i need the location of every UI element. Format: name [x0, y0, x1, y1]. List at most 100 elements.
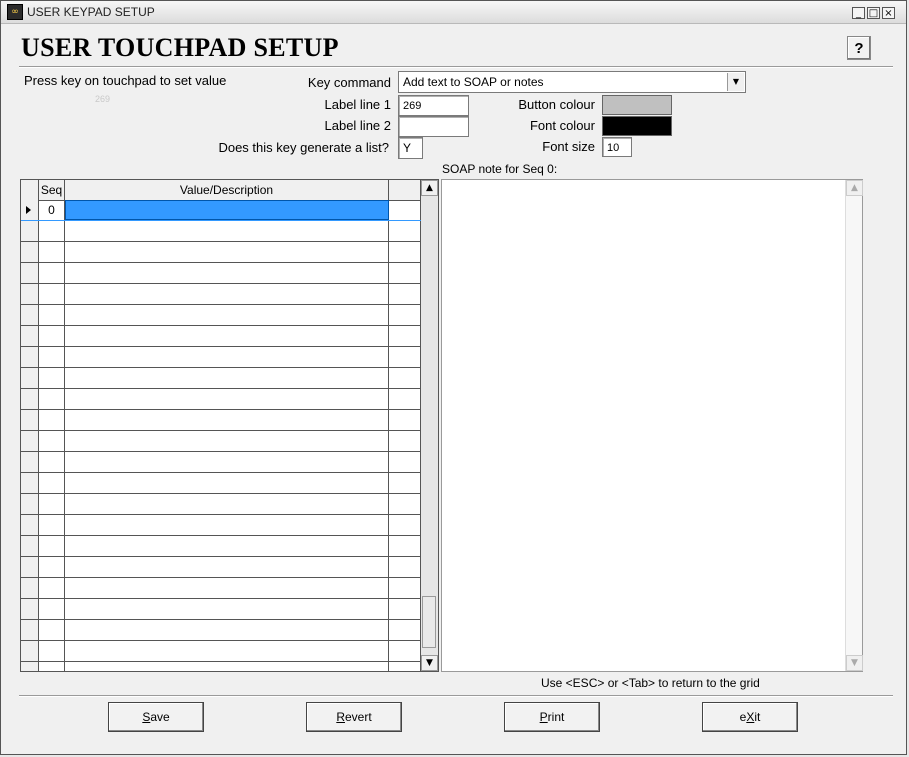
exit-button[interactable]: eXit: [702, 702, 798, 732]
row-indicator[interactable]: [21, 494, 39, 514]
seq-cell[interactable]: [39, 368, 65, 388]
row-indicator[interactable]: [21, 221, 39, 241]
value-cell[interactable]: [65, 263, 389, 283]
extra-cell[interactable]: [389, 389, 421, 409]
row-indicator[interactable]: [21, 410, 39, 430]
minimize-button[interactable]: _: [852, 7, 865, 19]
row-indicator[interactable]: [21, 347, 39, 367]
row-indicator[interactable]: [21, 536, 39, 556]
seq-cell[interactable]: [39, 557, 65, 577]
table-row[interactable]: [21, 242, 421, 263]
extra-cell[interactable]: [389, 536, 421, 556]
table-row[interactable]: 0: [21, 200, 421, 221]
row-indicator[interactable]: [21, 473, 39, 493]
extra-cell[interactable]: [389, 263, 421, 283]
value-cell[interactable]: [65, 305, 389, 325]
maximize-button[interactable]: □: [867, 7, 880, 19]
seq-cell[interactable]: [39, 536, 65, 556]
value-cell[interactable]: [65, 410, 389, 430]
soap-note-textarea[interactable]: ▲ ▼: [441, 179, 863, 672]
table-row[interactable]: [21, 410, 421, 431]
value-cell[interactable]: [65, 536, 389, 556]
grid-scroll-thumb[interactable]: [422, 596, 436, 648]
row-indicator[interactable]: [21, 515, 39, 535]
generate-list-field[interactable]: Y: [398, 137, 423, 159]
row-indicator[interactable]: [21, 599, 39, 619]
value-cell[interactable]: [65, 578, 389, 598]
extra-cell[interactable]: [389, 221, 421, 241]
table-row[interactable]: [21, 620, 421, 641]
seq-cell[interactable]: [39, 641, 65, 661]
extra-cell[interactable]: [389, 620, 421, 640]
seq-cell[interactable]: [39, 494, 65, 514]
row-indicator[interactable]: [21, 578, 39, 598]
extra-cell[interactable]: [389, 431, 421, 451]
seq-cell[interactable]: [39, 599, 65, 619]
row-indicator[interactable]: [21, 641, 39, 661]
extra-cell[interactable]: [389, 494, 421, 514]
table-row[interactable]: [21, 221, 421, 242]
row-indicator[interactable]: [21, 242, 39, 262]
table-row[interactable]: [21, 662, 421, 671]
seq-cell[interactable]: [39, 347, 65, 367]
value-cell[interactable]: [65, 431, 389, 451]
print-button[interactable]: Print: [504, 702, 600, 732]
seq-cell[interactable]: [39, 242, 65, 262]
table-row[interactable]: [21, 326, 421, 347]
value-cell[interactable]: [65, 389, 389, 409]
value-cell[interactable]: [65, 599, 389, 619]
extra-cell[interactable]: [389, 347, 421, 367]
value-cell[interactable]: [65, 452, 389, 472]
arrow-up-icon[interactable]: ▲: [421, 180, 438, 196]
arrow-down-icon[interactable]: ▼: [421, 655, 438, 671]
table-row[interactable]: [21, 347, 421, 368]
seq-cell[interactable]: [39, 620, 65, 640]
seq-cell[interactable]: [39, 662, 65, 671]
extra-cell[interactable]: [389, 242, 421, 262]
value-cell[interactable]: [65, 620, 389, 640]
seq-cell[interactable]: [39, 263, 65, 283]
extra-cell[interactable]: [389, 284, 421, 304]
extra-cell[interactable]: [389, 662, 421, 671]
row-indicator[interactable]: [21, 662, 39, 671]
row-indicator[interactable]: [21, 368, 39, 388]
row-indicator[interactable]: [21, 263, 39, 283]
value-cell[interactable]: [65, 242, 389, 262]
grid-header-value[interactable]: Value/Description: [65, 180, 389, 200]
value-cell[interactable]: [65, 326, 389, 346]
font-colour-swatch[interactable]: [602, 116, 672, 136]
value-cell[interactable]: [65, 347, 389, 367]
row-indicator[interactable]: [21, 620, 39, 640]
extra-cell[interactable]: [389, 578, 421, 598]
soap-scrollbar[interactable]: ▲ ▼: [845, 180, 863, 671]
value-cell[interactable]: [65, 515, 389, 535]
label-line2-field[interactable]: [398, 116, 469, 137]
seq-cell[interactable]: [39, 221, 65, 241]
row-indicator[interactable]: [21, 431, 39, 451]
table-row[interactable]: [21, 494, 421, 515]
seq-cell[interactable]: [39, 410, 65, 430]
extra-cell[interactable]: [389, 410, 421, 430]
row-indicator[interactable]: [21, 200, 39, 220]
table-row[interactable]: [21, 305, 421, 326]
table-row[interactable]: [21, 368, 421, 389]
row-indicator[interactable]: [21, 452, 39, 472]
extra-cell[interactable]: [389, 368, 421, 388]
label-line1-field[interactable]: 269: [398, 95, 469, 116]
arrow-up-icon[interactable]: ▲: [846, 180, 863, 196]
seq-cell[interactable]: [39, 515, 65, 535]
row-indicator[interactable]: [21, 326, 39, 346]
chevron-down-icon[interactable]: ▼: [727, 73, 744, 91]
value-cell[interactable]: [65, 284, 389, 304]
table-row[interactable]: [21, 389, 421, 410]
table-row[interactable]: [21, 473, 421, 494]
row-indicator[interactable]: [21, 389, 39, 409]
value-cell[interactable]: [65, 221, 389, 241]
arrow-down-icon[interactable]: ▼: [846, 655, 863, 671]
seq-cell[interactable]: 0: [39, 200, 65, 220]
grid-header-seq[interactable]: Seq: [39, 180, 65, 200]
value-cell[interactable]: [65, 494, 389, 514]
table-row[interactable]: [21, 515, 421, 536]
extra-cell[interactable]: [389, 599, 421, 619]
seq-cell[interactable]: [39, 305, 65, 325]
